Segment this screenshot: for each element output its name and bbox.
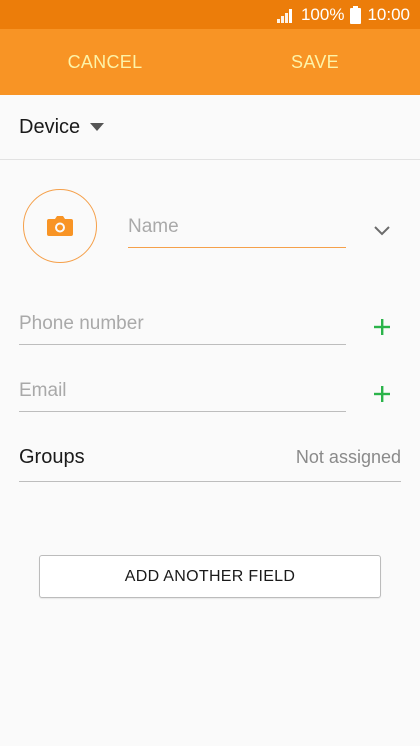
account-label: Device bbox=[19, 115, 81, 138]
signal-icon bbox=[276, 8, 292, 23]
phone-field bbox=[19, 305, 346, 345]
status-indicators: 100% 10:00 bbox=[276, 0, 410, 29]
email-field bbox=[19, 372, 346, 412]
save-button[interactable]: SAVE bbox=[210, 29, 420, 95]
groups-row[interactable]: Groups Not assigned bbox=[19, 440, 401, 482]
dropdown-arrow-icon bbox=[90, 123, 105, 131]
add-email-plus-icon[interactable] bbox=[372, 384, 392, 404]
email-input[interactable] bbox=[19, 380, 346, 402]
camera-icon bbox=[47, 216, 73, 236]
add-photo-button[interactable] bbox=[23, 189, 97, 263]
name-input[interactable] bbox=[128, 216, 346, 238]
add-phone-plus-icon[interactable] bbox=[372, 317, 392, 337]
status-bar: 100% 10:00 bbox=[0, 0, 420, 29]
chevron-down-icon[interactable] bbox=[372, 223, 392, 237]
cancel-button[interactable]: CANCEL bbox=[0, 29, 210, 95]
add-another-field-button[interactable]: ADD ANOTHER FIELD bbox=[39, 555, 381, 598]
groups-value: Not assigned bbox=[295, 447, 401, 467]
account-selector[interactable]: Device bbox=[0, 95, 420, 160]
phone-input[interactable] bbox=[19, 313, 346, 335]
groups-label: Groups bbox=[19, 446, 85, 468]
status-time: 10:00 bbox=[367, 4, 410, 24]
battery-percent: 100% bbox=[300, 4, 345, 24]
action-bar: CANCEL SAVE bbox=[0, 29, 420, 95]
name-field bbox=[128, 210, 346, 248]
battery-icon bbox=[350, 5, 362, 24]
